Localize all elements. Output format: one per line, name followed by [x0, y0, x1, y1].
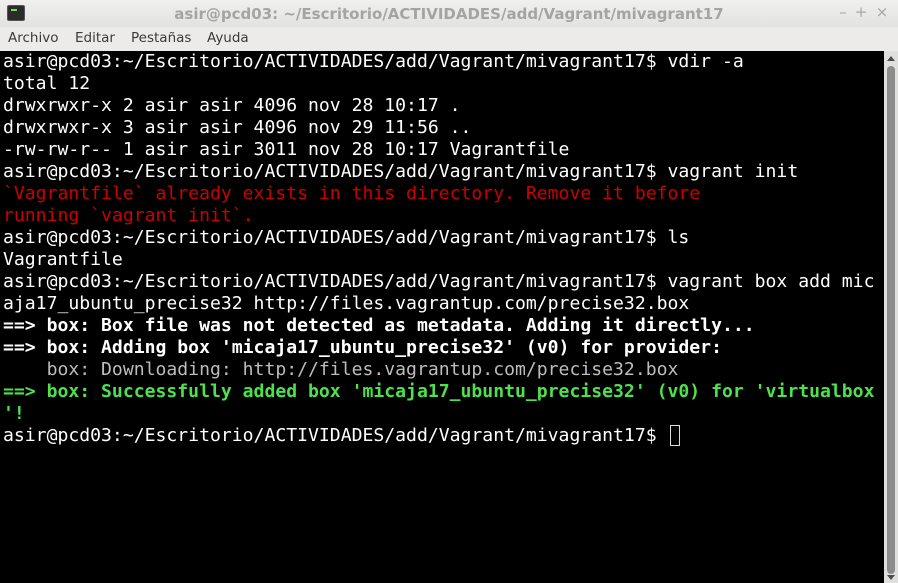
window-title: asir@pcd03: ~/Escritorio/ACTIVIDADES/add…: [174, 5, 724, 23]
terminal-line: total 12: [3, 73, 91, 94]
close-button[interactable]: ×: [873, 3, 891, 21]
terminal-info-line: ==> box: Box file was not detected as me…: [3, 315, 755, 336]
scroll-down-arrow-icon[interactable]: [887, 575, 895, 580]
terminal-output[interactable]: asir@pcd03:~/Escritorio/ACTIVIDADES/add/…: [0, 51, 884, 583]
scroll-up-arrow-icon[interactable]: [887, 56, 895, 61]
terminal-line: Vagrantfile: [3, 249, 123, 270]
terminal-info-line: ==> box: Adding box 'micaja17_ubuntu_pre…: [3, 337, 722, 358]
terminal-error-line: `Vagrantfile` already exists in this dir…: [3, 183, 701, 204]
terminal-line: asir@pcd03:~/Escritorio/ACTIVIDADES/add/…: [3, 271, 875, 292]
menu-editar[interactable]: Editar: [75, 30, 115, 46]
terminal-success-line: '!: [3, 403, 25, 424]
menu-pestanas[interactable]: Pestañas: [131, 30, 191, 46]
terminal-prompt-line[interactable]: asir@pcd03:~/Escritorio/ACTIVIDADES/add/…: [3, 425, 680, 447]
terminal-progress-line: box: Downloading: http://files.vagrantup…: [3, 359, 679, 380]
vertical-scrollbar[interactable]: [884, 51, 898, 583]
terminal-line: -rw-rw-r-- 1 asir asir 3011 nov 28 10:17…: [3, 139, 570, 160]
title-bar[interactable]: asir@pcd03: ~/Escritorio/ACTIVIDADES/add…: [0, 0, 898, 27]
scrollbar-thumb[interactable]: [887, 66, 895, 574]
terminal-line: aja17_ubuntu_precise32 http://files.vagr…: [3, 293, 690, 314]
terminal-line: asir@pcd03:~/Escritorio/ACTIVIDADES/add/…: [3, 161, 799, 182]
menu-bar: Archivo Editar Pestañas Ayuda: [0, 27, 898, 51]
terminal-line: asir@pcd03:~/Escritorio/ACTIVIDADES/add/…: [3, 51, 744, 72]
terminal-line: drwxrwxr-x 3 asir asir 4096 nov 29 11:56…: [3, 117, 472, 138]
maximize-button[interactable]: +: [852, 3, 870, 21]
terminal-line: asir@pcd03:~/Escritorio/ACTIVIDADES/add/…: [3, 227, 690, 248]
terminal-line: drwxrwxr-x 2 asir asir 4096 nov 28 10:17…: [3, 95, 461, 116]
menu-ayuda[interactable]: Ayuda: [207, 30, 249, 46]
text-cursor: [669, 425, 680, 446]
menu-archivo[interactable]: Archivo: [8, 30, 58, 46]
terminal-success-line: ==> box: Successfully added box 'micaja1…: [3, 381, 875, 402]
minimize-button[interactable]: –: [834, 3, 852, 21]
terminal-error-line: running `vagrant init`.: [3, 205, 254, 226]
terminal-prompt: asir@pcd03:~/Escritorio/ACTIVIDADES/add/…: [3, 425, 668, 446]
